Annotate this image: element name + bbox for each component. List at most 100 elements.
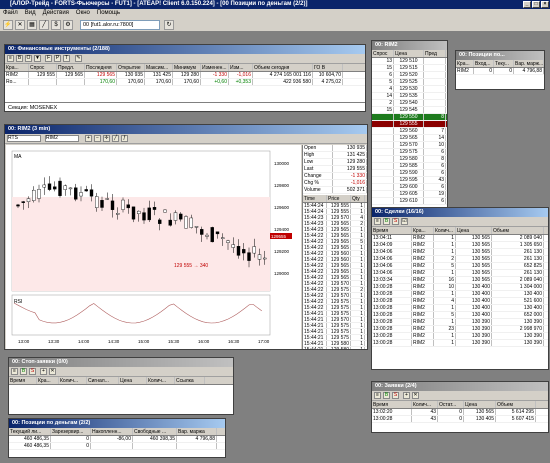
col-header[interactable]: Спрос xyxy=(29,64,57,71)
col-header[interactable]: Колич... xyxy=(59,377,87,384)
zoom-in-icon[interactable]: + xyxy=(85,135,92,142)
col-header[interactable]: Цена xyxy=(464,401,496,408)
deal-row[interactable]: 13:04:09 RIM2 1 130 565 1 305 650 xyxy=(372,242,548,249)
col-header[interactable]: Открытие xyxy=(117,64,145,71)
col-header[interactable]: Зарезервир... xyxy=(51,428,91,435)
col-header[interactable]: Кра... xyxy=(5,64,29,71)
col-header[interactable]: Объем xyxy=(496,401,536,408)
deal-row[interactable]: 13:04:06 RIM2 5 130 565 652 825 xyxy=(372,263,548,270)
orderbook-row[interactable]: 5 129 525 xyxy=(372,79,447,86)
orderbook-row[interactable]: 129 605 19 xyxy=(372,191,447,198)
orderbook-row[interactable]: 129 600 6 xyxy=(372,184,447,191)
col-header[interactable]: Время xyxy=(372,401,412,408)
deal-row[interactable]: 13:00:28 RIM2 23 130 390 2 998 970 xyxy=(372,326,548,333)
col-header[interactable]: Кра... xyxy=(37,377,59,384)
deal-row[interactable]: 13:00:28 RIM2 1 130 400 130 400 xyxy=(372,305,548,312)
offer-icon[interactable]: O xyxy=(25,55,32,62)
col-header[interactable]: Свободные ... xyxy=(133,428,177,435)
col-header[interactable]: Цена xyxy=(456,227,492,234)
list-icon[interactable]: ≡ xyxy=(11,368,18,375)
table-row[interactable]: Ro... 170,60 170,60 170,60 170,60 +0,60 … xyxy=(5,79,365,86)
col-header[interactable]: Колич... xyxy=(434,227,456,234)
new-stop-icon[interactable]: + xyxy=(40,368,47,375)
deal-row[interactable]: 13:00:28 RIM2 10 130 400 1 304 000 xyxy=(372,284,548,291)
col-header[interactable]: Кра... xyxy=(456,60,474,67)
col-header[interactable]: Пред xyxy=(424,50,446,57)
buy-icon[interactable]: B xyxy=(383,392,390,399)
col-header[interactable]: Объем xyxy=(492,227,544,234)
deal-row[interactable]: 13:03:34 RIM2 16 130 565 2 089 040 xyxy=(372,277,548,284)
menu-view[interactable]: Вид xyxy=(25,9,36,18)
col-header[interactable]: Сигнал... xyxy=(87,377,119,384)
close-button[interactable]: × xyxy=(541,1,549,8)
col-header[interactable]: Остат... xyxy=(438,401,464,408)
col-header[interactable]: Последняя xyxy=(85,64,117,71)
col-header[interactable]: Колич... xyxy=(412,401,438,408)
orderbook-row[interactable]: 14 129 535 xyxy=(372,93,447,100)
menu-help[interactable]: Помощь xyxy=(97,9,120,18)
ticker-select[interactable]: RIM2 xyxy=(45,135,79,142)
buy-icon[interactable]: B xyxy=(20,368,27,375)
col-header[interactable]: Цена xyxy=(394,50,424,57)
chart-icon[interactable]: ╱ xyxy=(39,20,49,30)
line-tool-icon[interactable]: ╱ xyxy=(112,135,119,142)
symbol-select[interactable]: RTS xyxy=(7,135,41,142)
refresh-icon[interactable]: ↻ xyxy=(164,20,174,30)
zoom-out-icon[interactable]: − xyxy=(94,135,101,142)
col-header[interactable]: Кра... xyxy=(412,227,434,234)
menu-window[interactable]: Окно xyxy=(76,9,90,18)
fut-icon[interactable]: F xyxy=(45,55,52,62)
col-header[interactable]: Изменен... xyxy=(201,64,229,71)
col-header[interactable]: Время xyxy=(9,377,37,384)
list-icon[interactable]: ≡ xyxy=(374,392,381,399)
edit-icon[interactable]: ✎ xyxy=(75,55,82,62)
deal-row[interactable]: 13:04:06 RIM2 1 130 565 261 130 xyxy=(372,270,548,277)
menu-file[interactable]: Файл xyxy=(3,9,18,18)
col-header[interactable]: ГО В xyxy=(313,64,343,71)
cancel-stop-icon[interactable]: ✕ xyxy=(49,368,56,375)
col-header[interactable]: Колич... xyxy=(147,377,175,384)
col-header[interactable]: Ссылка xyxy=(175,377,205,384)
col-header[interactable]: Изм... xyxy=(229,64,253,71)
deal-row[interactable]: 13:00:28 RIM2 5 130 400 652 000 xyxy=(372,312,548,319)
crosshair-icon[interactable]: ✛ xyxy=(103,135,110,142)
deal-row[interactable]: 13:00:28 RIM2 1 130 390 130 390 xyxy=(372,319,548,326)
col-header[interactable]: Текущий ли... xyxy=(9,428,51,435)
deal-row[interactable]: 13:00:28 RIM2 1 130 390 130 390 xyxy=(372,340,548,347)
table-row[interactable]: RIM2 129 555 129 565 129 565 130 935 131… xyxy=(5,72,365,79)
table-row[interactable]: 460 486,35 0 xyxy=(9,443,225,450)
opt-icon[interactable]: P xyxy=(54,55,61,62)
bid-icon[interactable]: B xyxy=(16,55,23,62)
price-chart[interactable]: MA RSI 130000 129800 129600 129400 129200 129… xyxy=(6,145,301,349)
orderbook-row[interactable]: 129 590 6 xyxy=(372,170,447,177)
deal-row[interactable]: 13:00:28 RIM2 1 130 400 130 400 xyxy=(372,291,548,298)
orderbook-row[interactable]: 129 580 8 xyxy=(372,156,447,163)
cancel-order-icon[interactable]: ✕ xyxy=(412,392,419,399)
orderbook-row[interactable]: 15 129 515 xyxy=(372,65,447,72)
orderbook-row[interactable]: 129 565 14 xyxy=(372,135,447,142)
table-row[interactable]: RIM2 0 0 4 796,88 xyxy=(456,68,544,75)
table-icon[interactable]: ▦ xyxy=(27,20,37,30)
minimize-button[interactable]: _ xyxy=(523,1,531,8)
sell-icon[interactable]: S xyxy=(392,392,399,399)
table-row[interactable]: 460 486,35 0 -86,00 460 398,35 4 796,88 xyxy=(9,436,225,443)
orderbook-row[interactable]: 129 560 7 xyxy=(372,128,447,135)
orderbook-row[interactable]: 129 550 8 xyxy=(372,114,447,121)
col-header[interactable]: Цена xyxy=(119,377,147,384)
server-select[interactable]: 00 [fut1.alor.ru:7800] xyxy=(80,20,160,30)
col-header[interactable]: Вар. маржа xyxy=(177,428,217,435)
disconnect-icon[interactable]: ✕ xyxy=(15,20,25,30)
orderbook-row[interactable]: 129 570 10 xyxy=(372,142,447,149)
col-header[interactable]: Вар. марж... xyxy=(514,60,544,67)
deal-row[interactable]: 13:04:06 RIM2 1 130 565 261 130 xyxy=(372,249,548,256)
list-icon[interactable]: ≡ xyxy=(7,55,14,62)
orderbook-row[interactable]: 15 129 545 xyxy=(372,107,447,114)
sell-icon[interactable]: S xyxy=(392,218,399,225)
list-icon[interactable]: ≡ xyxy=(374,218,381,225)
deal-row[interactable]: 13:00:28 RIM2 4 130 400 521 600 xyxy=(372,298,548,305)
filter-icon[interactable]: ▼ xyxy=(34,55,41,62)
col-header[interactable]: Объем сегодня xyxy=(253,64,313,71)
new-order-icon[interactable]: + xyxy=(403,392,410,399)
table-row[interactable]: 13:02:20 43 0 130 565 5 614 295 xyxy=(372,409,548,416)
deal-row[interactable]: 13:04:11 RIM2 1 130 565 2 089 040 xyxy=(372,235,548,242)
